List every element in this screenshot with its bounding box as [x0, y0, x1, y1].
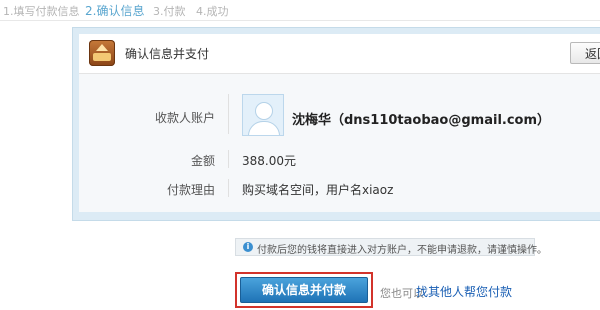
amount-label: 金额 — [190, 154, 215, 168]
panel-title: 确认信息并支付 — [125, 47, 210, 61]
row-separator — [228, 179, 229, 197]
avatar-body — [248, 121, 280, 135]
reason-label: 付款理由 — [166, 183, 215, 197]
refund-notice-text: 付款后您的钱将直接进入对方账户，不能申请退款，请谨慎操作。 — [257, 245, 547, 256]
step-fill-info: 1.填写付款信息 — [3, 5, 80, 18]
step-confirm-info: 2.确认信息 — [85, 4, 145, 18]
step-success: 4.成功 — [196, 5, 229, 18]
avatar — [242, 94, 284, 136]
wallet-icon — [89, 40, 115, 66]
info-icon: i — [243, 242, 253, 252]
progress-steps: 1.填写付款信息 2.确认信息 3.付款 4.成功 — [0, 0, 600, 20]
step-pay: 3.付款 — [153, 5, 186, 18]
avatar-head — [255, 102, 273, 120]
steps-divider — [0, 20, 600, 21]
payee-label: 收款人账户 — [154, 111, 215, 125]
reason-value: 购买域名空间，用户名xiaoz — [242, 183, 394, 197]
row-separator — [228, 150, 229, 168]
back-button[interactable]: 返回 — [570, 42, 600, 64]
ask-others-pay-link[interactable]: 找其他人帮您付款 — [416, 283, 512, 300]
confirm-pay-button[interactable]: 确认信息并付款 — [240, 277, 368, 303]
amount-value: 388.00元 — [242, 154, 296, 168]
row-separator — [228, 94, 229, 134]
payee-name: 沈梅华（dns110taobao@gmail.com） — [292, 113, 551, 128]
